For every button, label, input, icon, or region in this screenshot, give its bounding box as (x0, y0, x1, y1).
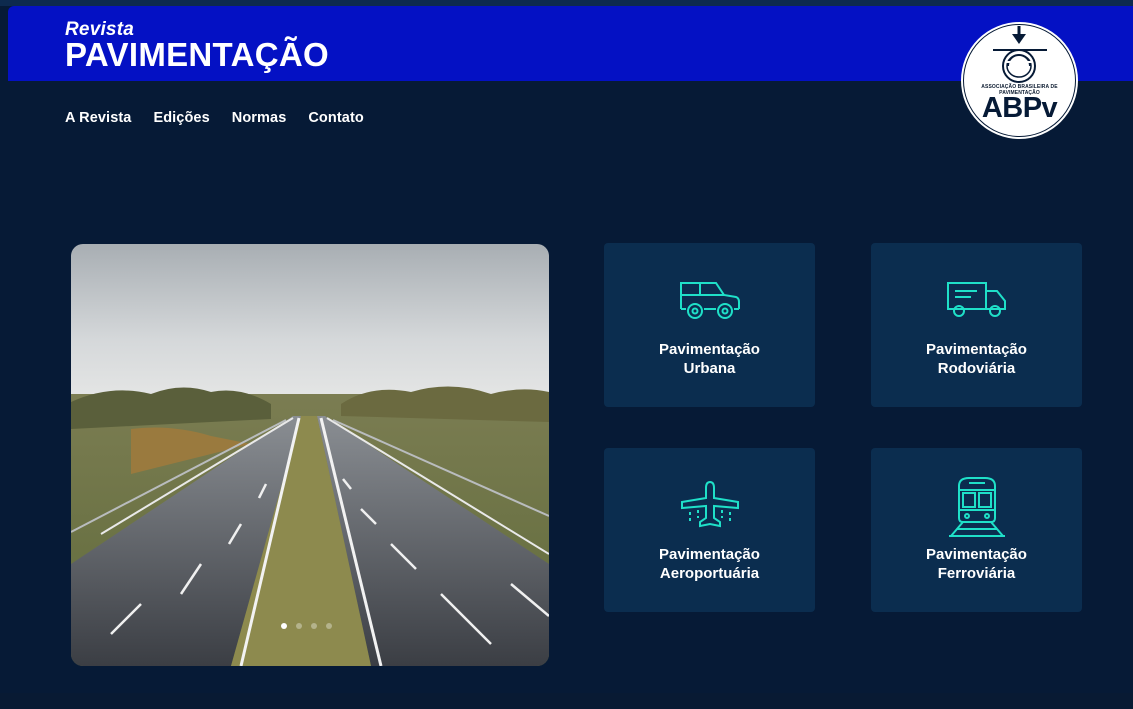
card-title-line2: Rodoviária (937, 360, 1016, 377)
bottom-strip (0, 693, 1133, 709)
card-title-line1: Pavimentação (659, 546, 760, 563)
card-title-line1: Pavimentação (926, 546, 1027, 563)
carousel-dots (281, 623, 332, 629)
card-title: Pavimentação Aeroportuária (604, 545, 815, 583)
card-pavimentacao-rodoviaria[interactable]: Pavimentação Rodoviária (871, 243, 1082, 407)
logo-wordmark: ABPv (981, 92, 1058, 124)
truck-icon (947, 282, 1006, 317)
carousel-dot-4[interactable] (326, 623, 332, 629)
card-pavimentacao-aeroportuaria[interactable]: Pavimentação Aeroportuária (604, 448, 815, 612)
nav-a-revista[interactable]: A Revista (65, 110, 131, 126)
nav-edicoes[interactable]: Edições (153, 110, 209, 126)
pavement-arrow-icon (993, 26, 1047, 83)
card-title-line2: Aeroportuária (659, 565, 760, 582)
nav-normas[interactable]: Normas (232, 110, 287, 126)
card-title-line1: Pavimentação (926, 341, 1027, 358)
card-title: Pavimentação Rodoviária (871, 340, 1082, 378)
abpv-logo[interactable]: ASSOCIAÇÃO BRASILEIRA DE PAVIMENTAÇÃO AB… (961, 22, 1078, 139)
card-pavimentacao-urbana[interactable]: Pavimentação Urbana (604, 243, 815, 407)
airplane-icon (681, 480, 739, 528)
card-title: Pavimentação Urbana (604, 340, 815, 378)
hero-carousel[interactable] (71, 244, 549, 666)
card-pavimentacao-ferroviaria[interactable]: Pavimentação Ferroviária (871, 448, 1082, 612)
carousel-dot-1[interactable] (281, 623, 287, 629)
card-title-line1: Pavimentação (659, 341, 760, 358)
brand-title-big: PAVIMENTAÇÃO (65, 36, 329, 73)
car-icon (680, 282, 740, 319)
highway-photo (71, 244, 549, 666)
brand-logo-link[interactable]: Revista PAVIMENTAÇÃO (65, 20, 329, 71)
main-nav: A Revista Edições Normas Contato (65, 110, 364, 126)
card-title-line2: Urbana (683, 360, 736, 377)
card-title-line2: Ferroviária (937, 565, 1016, 582)
card-title: Pavimentação Ferroviária (871, 545, 1082, 583)
carousel-dot-3[interactable] (311, 623, 317, 629)
carousel-dot-2[interactable] (296, 623, 302, 629)
nav-contato[interactable]: Contato (308, 110, 363, 126)
train-icon (949, 477, 1005, 537)
